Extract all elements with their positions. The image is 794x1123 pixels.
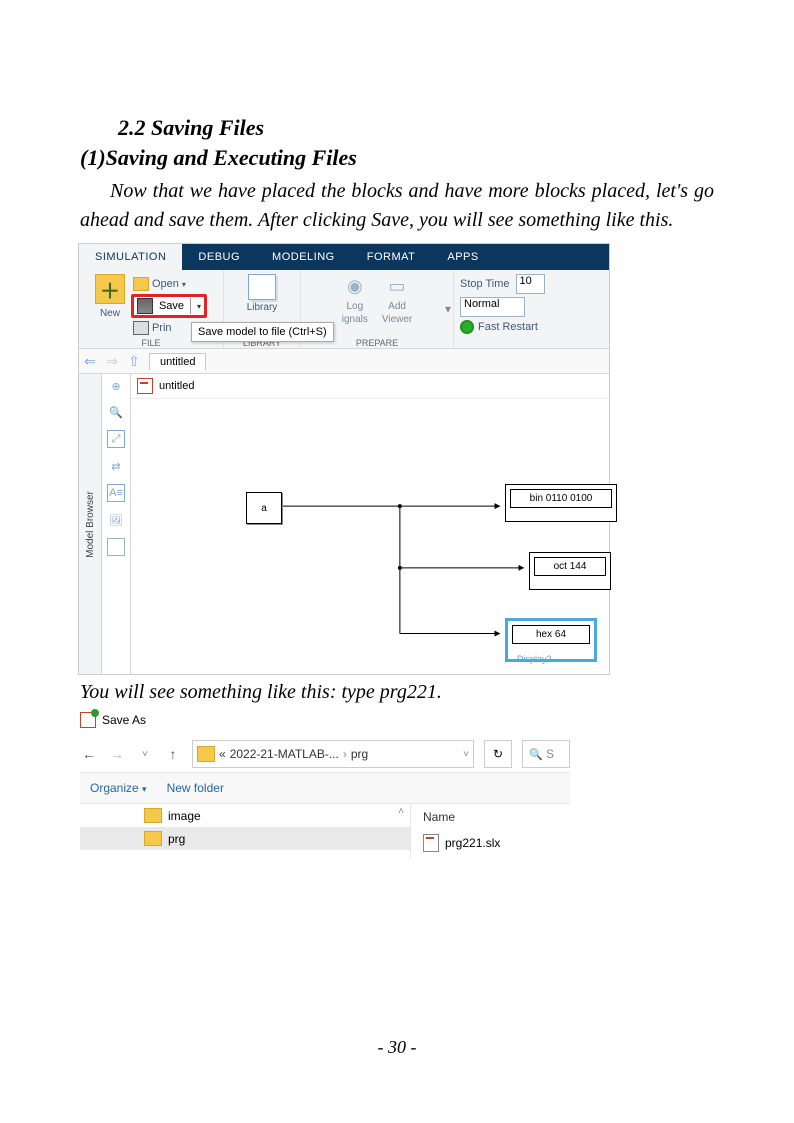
save-as-dialog: Save As ← → ˅ ↑ « 2022-21-MATLAB-... › p… bbox=[80, 710, 570, 858]
path-bar[interactable]: « 2022-21-MATLAB-... › prg ˅ bbox=[192, 740, 474, 768]
target-icon[interactable]: ⊕ bbox=[108, 378, 124, 394]
folder-icon bbox=[133, 277, 149, 291]
search-input[interactable]: 🔍 S bbox=[522, 740, 570, 768]
stoptime-input[interactable]: 10 bbox=[516, 274, 545, 294]
chevron-down-icon[interactable]: ▾ bbox=[445, 302, 451, 316]
display-value-3: hex 64 bbox=[512, 625, 590, 644]
zoom-icon[interactable]: 🔍 bbox=[108, 404, 124, 420]
tool-palette: ⊕ 🔍 ⤢ ⇄ A≡ 🖼 bbox=[102, 374, 131, 674]
print-icon bbox=[133, 321, 149, 335]
display-block-1[interactable]: bin 0110 0100 bbox=[505, 484, 617, 522]
fast-restart-icon bbox=[460, 320, 474, 334]
model-file-icon bbox=[137, 378, 153, 394]
chevron-up-icon: ˄ bbox=[398, 806, 404, 817]
box-icon[interactable] bbox=[107, 538, 125, 556]
chevron-down-icon[interactable]: ˅ bbox=[463, 749, 469, 760]
nav-up-icon[interactable]: ↑ bbox=[164, 746, 182, 762]
display-block-3-label: Display2 bbox=[517, 654, 552, 664]
tree-item-prg[interactable]: prg bbox=[80, 827, 410, 850]
path-prefix: « bbox=[219, 747, 226, 761]
nav-up-icon[interactable]: ⇧ bbox=[123, 353, 145, 370]
folder-tree: image ˄ prg bbox=[80, 804, 411, 858]
tree-item-label: image bbox=[168, 809, 201, 823]
sub-heading: (1)Saving and Executing Files bbox=[80, 145, 714, 171]
add-label: Add bbox=[388, 301, 406, 312]
model-name: untitled bbox=[159, 380, 194, 392]
model-canvas[interactable]: untitled a bin bbox=[131, 374, 609, 674]
file-name: prg221.slx bbox=[445, 836, 500, 850]
open-label: Open bbox=[152, 278, 179, 290]
add-label-sub: Viewer bbox=[382, 314, 412, 325]
organize-menu[interactable]: Organize ▾ bbox=[90, 781, 147, 795]
stoptime-label: Stop Time bbox=[460, 278, 510, 290]
library-label: Library bbox=[247, 302, 278, 313]
page-number: - 30 - bbox=[0, 1037, 794, 1058]
save-label: Save bbox=[159, 300, 184, 312]
breadcrumb-bar: ⇐ ⇒ ⇧ untitled bbox=[79, 349, 609, 374]
new-label: New bbox=[100, 308, 120, 319]
constant-block[interactable]: a bbox=[246, 492, 282, 524]
display-value-1: bin 0110 0100 bbox=[510, 489, 612, 508]
save-as-icon bbox=[80, 712, 96, 728]
simulate-panel: Stop Time 10 Normal Fast Restart bbox=[454, 270, 551, 348]
model-browser-label: Model Browser bbox=[85, 491, 96, 558]
chevron-down-icon: ▾ bbox=[182, 280, 186, 289]
path-segment-2[interactable]: prg bbox=[351, 747, 368, 761]
fast-restart-label[interactable]: Fast Restart bbox=[478, 321, 538, 333]
ribbon: ＋ New Open ▾ Save ▾ bbox=[79, 270, 609, 349]
new-file-icon[interactable]: ＋ bbox=[95, 274, 125, 304]
model-browser-sidebar[interactable]: Model Browser bbox=[79, 374, 102, 674]
log-label-sub: ignals bbox=[342, 314, 368, 325]
nav-back-icon[interactable]: ⇐ bbox=[79, 353, 101, 370]
folder-icon bbox=[144, 831, 162, 846]
sim-mode-select[interactable]: Normal bbox=[460, 297, 525, 317]
tree-item-label: prg bbox=[168, 832, 185, 846]
column-header-name[interactable]: Name bbox=[423, 810, 500, 824]
tree-item-image[interactable]: image ˄ bbox=[80, 804, 410, 827]
annotation-icon[interactable]: A≡ bbox=[107, 484, 125, 502]
save-tooltip: Save model to file (Ctrl+S) bbox=[191, 322, 334, 342]
log-label: Log bbox=[346, 301, 363, 312]
body-paragraph-1: Now that we have placed the blocks and h… bbox=[80, 177, 714, 235]
tab-simulation[interactable]: SIMULATION bbox=[79, 244, 182, 270]
display-value-2: oct 144 bbox=[534, 557, 606, 576]
display-block-2[interactable]: oct 144 bbox=[529, 552, 611, 590]
tab-apps[interactable]: APPS bbox=[431, 244, 494, 270]
ribbon-tabstrip: SIMULATION DEBUG MODELING FORMAT APPS bbox=[79, 244, 609, 270]
nav-forward-icon: → bbox=[108, 746, 126, 762]
print-label: Prin bbox=[152, 322, 172, 334]
folder-icon bbox=[144, 808, 162, 823]
tab-modeling[interactable]: MODELING bbox=[256, 244, 351, 270]
search-placeholder: S bbox=[546, 747, 554, 761]
chevron-down-icon[interactable]: ˅ bbox=[136, 749, 154, 760]
tab-debug[interactable]: DEBUG bbox=[182, 244, 256, 270]
simulink-screenshot: SIMULATION DEBUG MODELING FORMAT APPS ＋ … bbox=[78, 243, 610, 675]
refresh-button[interactable]: ↻ bbox=[484, 740, 512, 768]
nav-back-icon[interactable]: ← bbox=[80, 746, 98, 762]
tab-format[interactable]: FORMAT bbox=[351, 244, 432, 270]
slx-file-icon bbox=[423, 834, 439, 852]
chevron-down-icon[interactable]: ▾ bbox=[197, 302, 201, 311]
section-heading: 2.2 Saving Files bbox=[118, 115, 714, 141]
new-folder-button[interactable]: New folder bbox=[167, 781, 224, 795]
open-button[interactable]: Open ▾ bbox=[131, 276, 207, 292]
log-signals-icon[interactable]: ◉ bbox=[343, 274, 367, 298]
add-viewer-icon[interactable]: ▭ bbox=[385, 274, 409, 298]
fit-icon[interactable]: ⤢ bbox=[107, 430, 125, 448]
save-as-title: Save As bbox=[102, 713, 146, 727]
model-tab[interactable]: untitled bbox=[149, 353, 206, 370]
path-segment-1[interactable]: 2022-21-MATLAB-... bbox=[230, 747, 339, 761]
library-icon[interactable] bbox=[248, 274, 276, 300]
nav-forward-icon: ⇒ bbox=[101, 353, 123, 370]
file-list-item[interactable]: prg221.slx bbox=[423, 834, 500, 852]
folder-icon bbox=[197, 746, 215, 762]
body-paragraph-2: You will see something like this: type p… bbox=[80, 681, 714, 704]
save-button[interactable]: Save ▾ bbox=[131, 294, 207, 318]
save-disk-icon bbox=[137, 298, 153, 314]
image-icon[interactable]: 🖼 bbox=[108, 512, 124, 528]
arrows-icon[interactable]: ⇄ bbox=[108, 458, 124, 474]
